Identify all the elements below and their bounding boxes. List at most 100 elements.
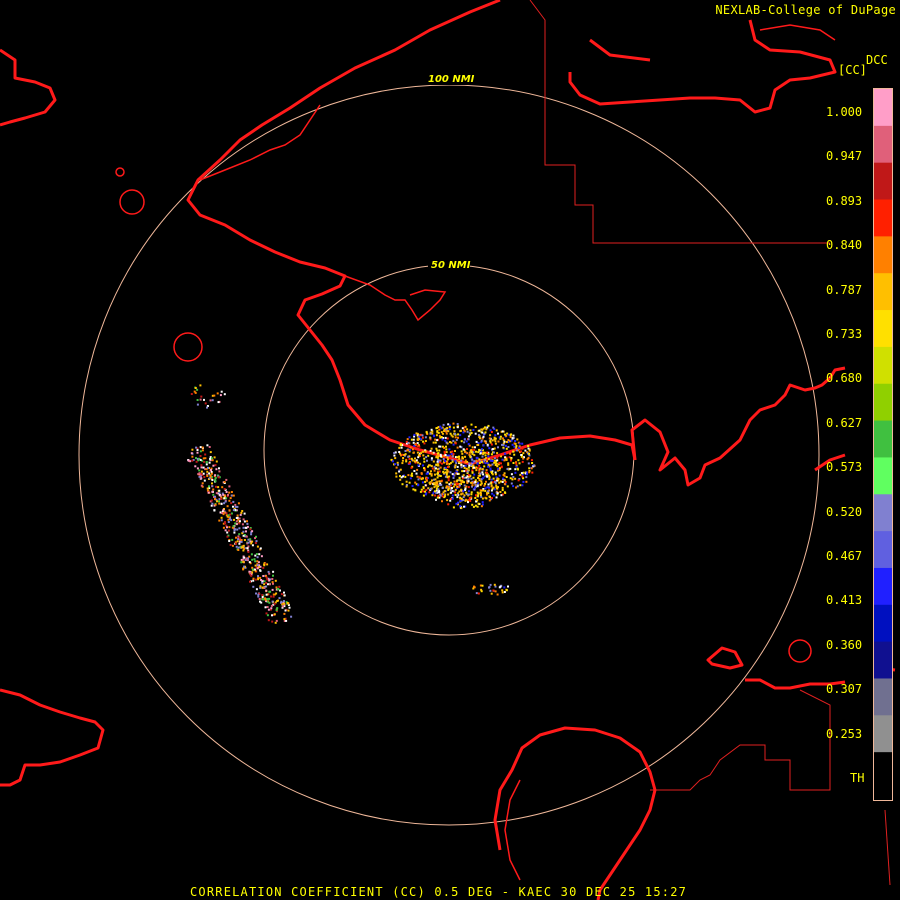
echo-gate (466, 430, 469, 433)
echo-gate (503, 472, 506, 475)
echo-gate (226, 531, 229, 534)
echo-gate (479, 467, 482, 470)
legend-tick: 0.413 (826, 593, 863, 608)
echo-gate (211, 457, 213, 460)
echo-gate (423, 460, 426, 463)
echo-gate (255, 592, 257, 595)
echo-gate (424, 484, 427, 487)
echo-gate (425, 479, 428, 482)
echo-gate (268, 572, 271, 575)
echo-gate (196, 403, 199, 406)
echo-gate (271, 600, 274, 603)
echo-gate (264, 606, 267, 609)
echo-gate (399, 475, 401, 478)
echo-gate (406, 438, 409, 441)
echo-gate (404, 475, 407, 478)
echo-gate (494, 482, 497, 485)
echo-gate (399, 478, 402, 481)
echo-gate (226, 526, 228, 529)
echo-gate (394, 457, 397, 460)
echo-gate (430, 457, 433, 460)
echo-gate (456, 496, 459, 499)
echo-gate (521, 447, 524, 450)
echo-gate (520, 454, 523, 456)
echo-gate (396, 461, 399, 464)
echo-gate (430, 474, 433, 477)
echo-gate (496, 459, 499, 462)
echo-gate (456, 423, 459, 425)
echo-gate (255, 553, 258, 556)
echo-gate (427, 454, 430, 457)
echo-gate (250, 553, 253, 556)
echo-gate (456, 456, 459, 459)
echo-gate (217, 401, 220, 404)
echo-gate (478, 462, 481, 464)
legend-tick: 0.733 (826, 327, 863, 341)
echo-gate (444, 436, 447, 439)
echo-gate (457, 501, 459, 504)
echo-gate (196, 449, 199, 451)
echo-gate (490, 443, 493, 446)
echo-gate (442, 458, 445, 460)
echo-gate (461, 479, 464, 482)
echo-gate (251, 558, 254, 561)
echo-gate (218, 470, 221, 473)
echo-gate (256, 560, 259, 563)
echo-gate (213, 509, 216, 512)
echo-gate (230, 519, 233, 522)
echo-gate (443, 446, 446, 449)
echo-gate (435, 434, 438, 437)
echo-gate (257, 575, 259, 578)
echo-gate (407, 474, 410, 477)
echo-gate (460, 459, 463, 462)
echo-gate (423, 467, 425, 470)
echo-gate (530, 467, 533, 470)
echo-gate (231, 538, 234, 541)
echo-gate (489, 459, 492, 462)
echo-gate (468, 462, 471, 465)
echo-gate (410, 438, 413, 441)
echo-gate (456, 465, 459, 468)
echo-gate (231, 544, 234, 547)
echo-gate (429, 436, 432, 439)
echo-gate (454, 466, 457, 469)
echo-gate (487, 453, 490, 456)
echo-gate (452, 422, 455, 425)
echo-gate (239, 520, 241, 523)
echo-gate (439, 475, 442, 477)
echo-gate (486, 471, 488, 474)
echo-gate (418, 435, 421, 438)
echo-gate (450, 487, 453, 489)
echo-gate (232, 500, 235, 503)
echo-gate (505, 589, 508, 592)
echo-gate (267, 619, 270, 622)
echo-gate (476, 495, 479, 498)
echo-gate (225, 491, 228, 493)
echo-gate (473, 466, 475, 469)
echo-gate (507, 446, 510, 448)
echo-gate (475, 466, 478, 469)
echo-gate (527, 445, 530, 447)
echo-gate (466, 428, 469, 431)
echo-gate (272, 582, 274, 585)
echo-gate (268, 583, 271, 586)
echo-gate (411, 472, 413, 475)
echo-gate (196, 451, 199, 454)
echo-gate (285, 619, 288, 622)
echo-gate (401, 462, 404, 465)
echo-gate (505, 476, 508, 478)
echo-gate (400, 454, 402, 457)
echo-gate (259, 569, 262, 572)
echo-gate (473, 448, 476, 451)
echo-gate (445, 481, 448, 484)
echo-gate (501, 458, 504, 461)
echo-gate (402, 475, 404, 478)
legend-tick: 0.893 (826, 193, 863, 208)
echo-gate (236, 514, 239, 517)
echo-gate (208, 472, 211, 475)
echo-gate (488, 499, 491, 502)
echo-gate (247, 538, 250, 541)
echo-gate (437, 452, 440, 455)
echo-gate (464, 425, 467, 428)
echo-gate (255, 540, 258, 543)
